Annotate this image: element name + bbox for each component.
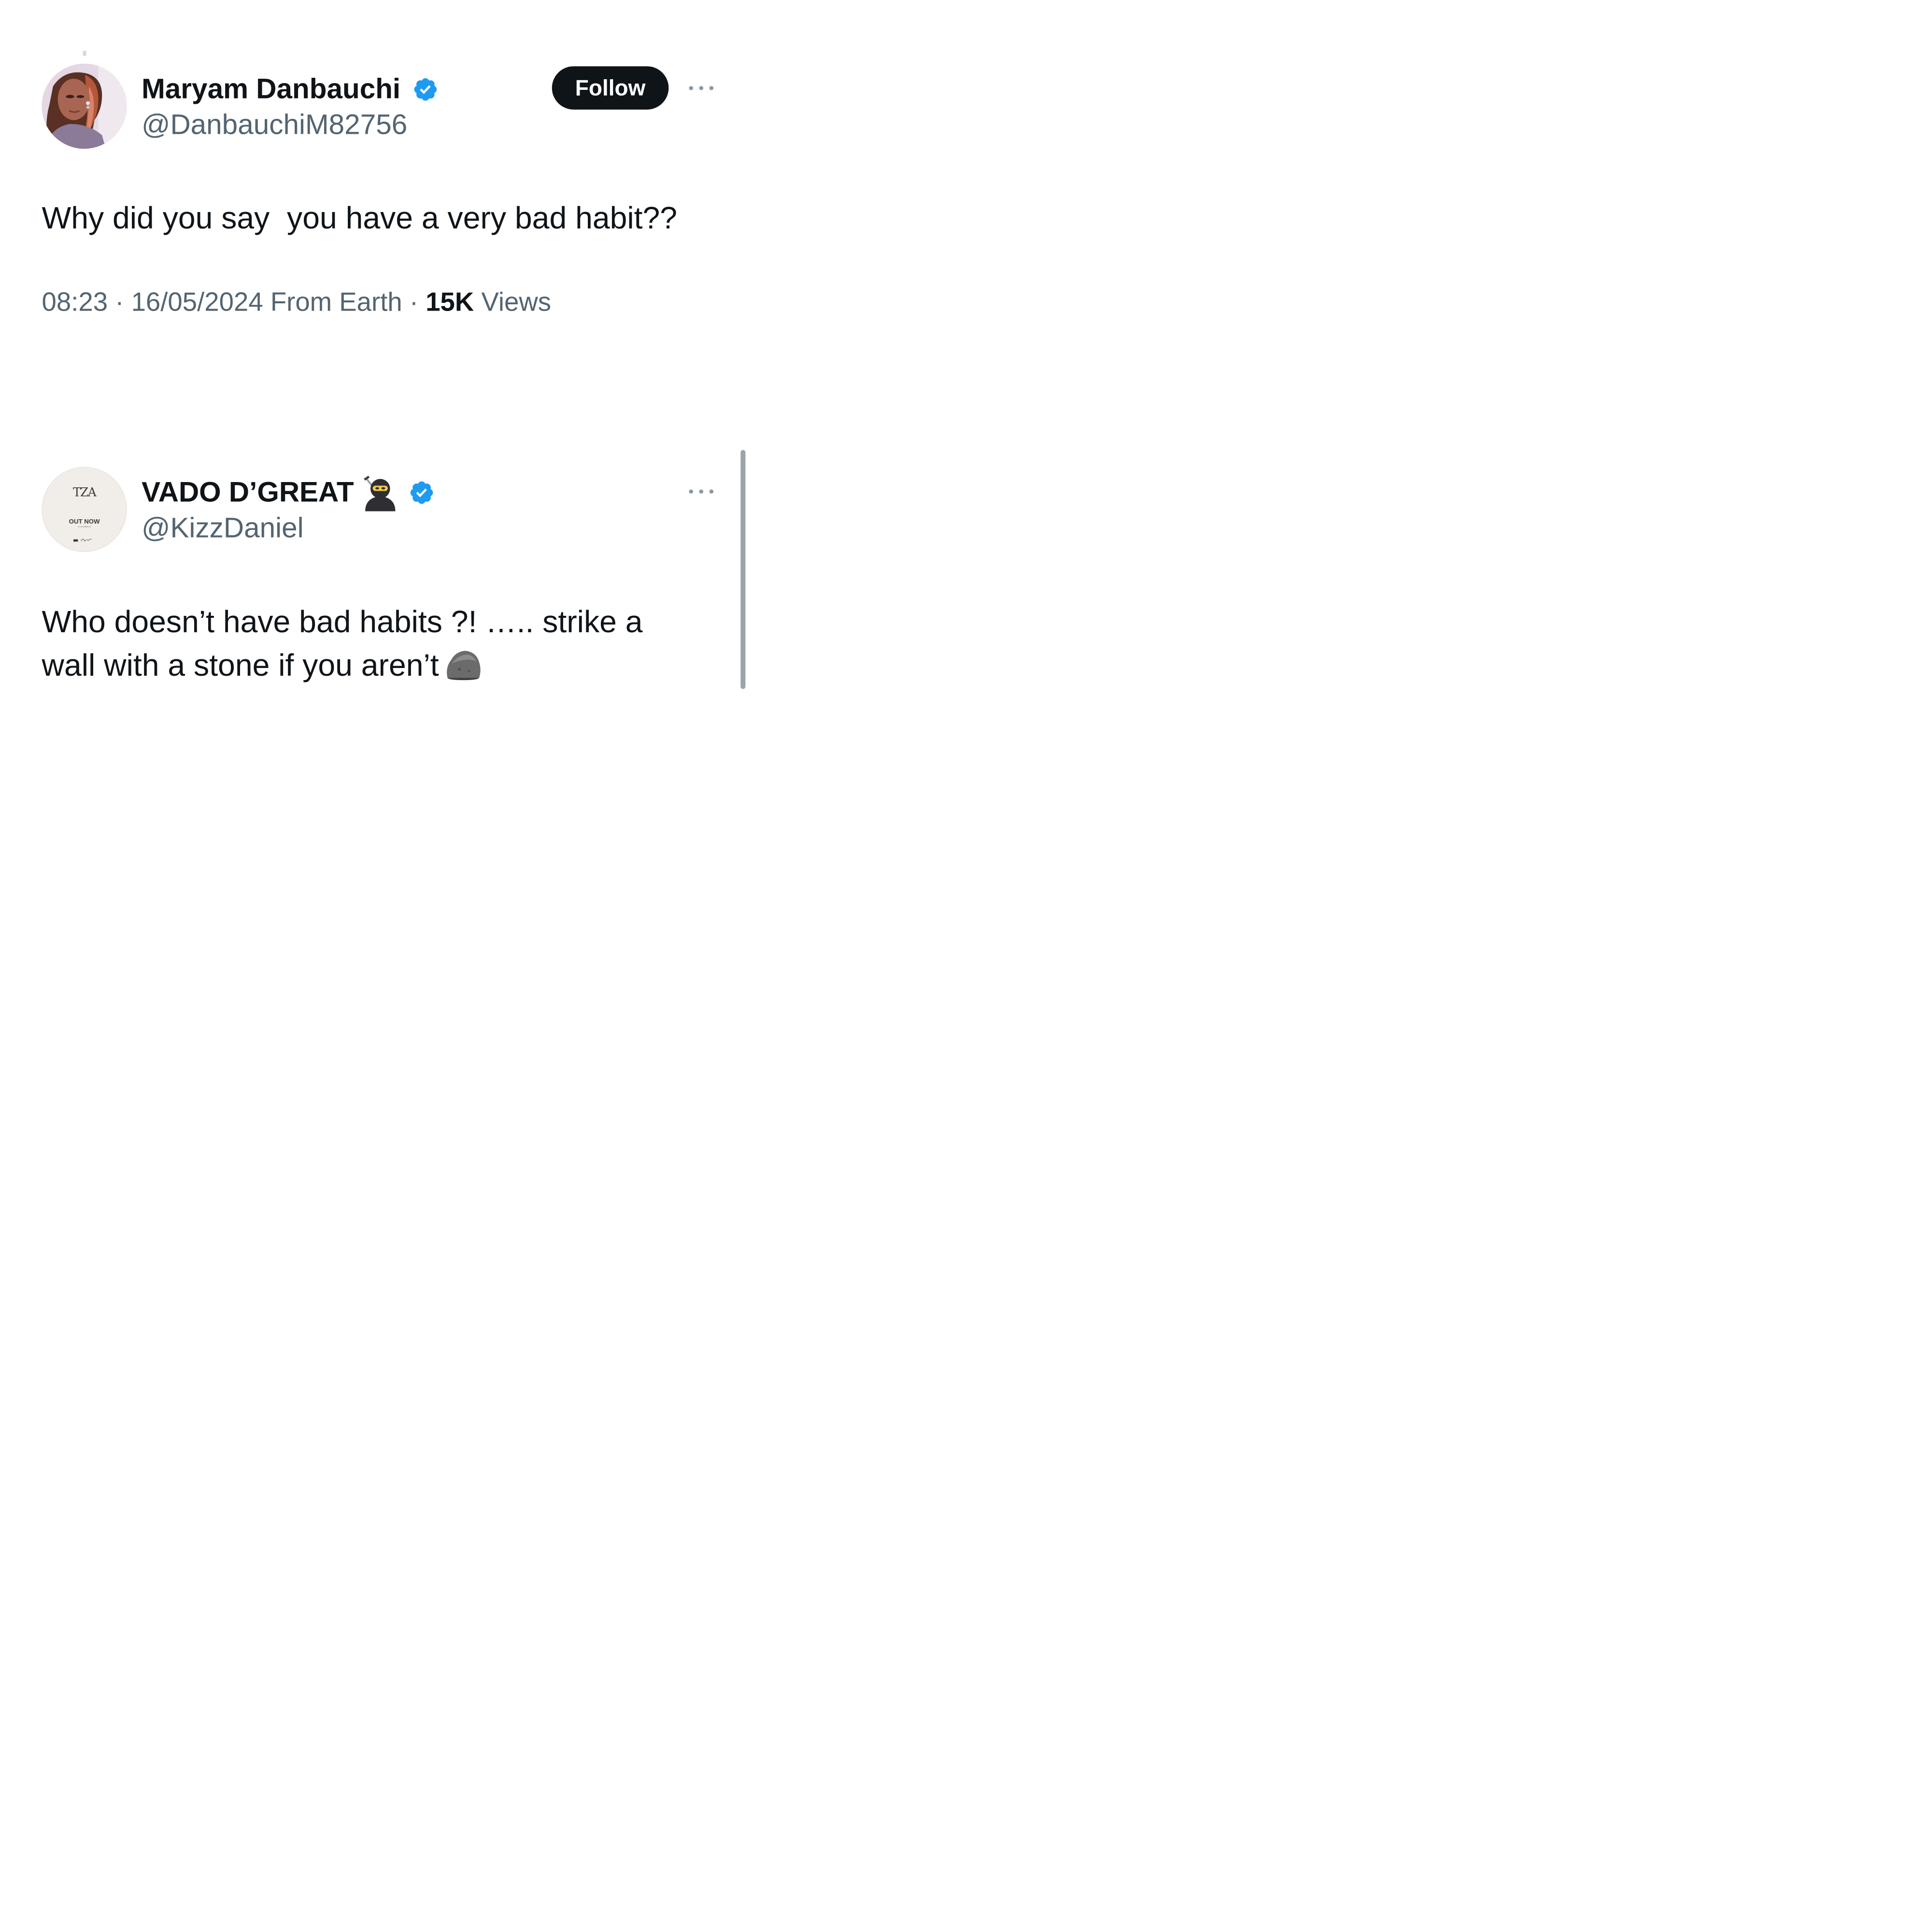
display-name[interactable]: VADO D’GREAT: [142, 476, 354, 508]
meta-separator: ·: [409, 286, 419, 317]
tweet-time[interactable]: 08:23: [42, 287, 108, 316]
tweet-meta: 08:23 · 16/05/2024 From Earth · 15K View…: [42, 286, 552, 318]
more-dot: [699, 86, 704, 90]
views-label: Views: [481, 286, 552, 317]
tweet-text: Why did you say you have a very bad habi…: [42, 200, 678, 235]
rock-emoji: [447, 651, 481, 681]
ninja-emoji: [364, 475, 396, 511]
display-name[interactable]: Maryam Danbauchi: [142, 72, 400, 104]
screen: Maryam Danbauchi @DanbauchiM82756 Follow…: [0, 0, 753, 753]
verified-badge-icon: [414, 78, 437, 101]
tweet-location: From Earth: [270, 286, 402, 317]
scrollbar[interactable]: [740, 450, 746, 689]
user-handle[interactable]: @DanbauchiM82756: [142, 108, 407, 140]
more-horizontal-icon[interactable]: [687, 84, 715, 92]
user-handle[interactable]: @KizzDaniel: [142, 511, 304, 543]
tweet-date[interactable]: 16/05/2024: [131, 287, 263, 316]
more-dot: [709, 86, 714, 90]
avatar-signature: [73, 539, 92, 542]
more-dot: [689, 86, 694, 90]
avatar[interactable]: [42, 63, 127, 149]
verified-badge-icon: [410, 481, 433, 504]
follow-button[interactable]: Follow: [552, 66, 669, 110]
avatar[interactable]: TZA OUT NOW on all platforms: [42, 467, 127, 552]
more-dot: [709, 489, 714, 494]
more-horizontal-icon[interactable]: [687, 487, 715, 495]
views-count: 15K: [426, 286, 474, 317]
more-dot: [699, 489, 704, 494]
tweet-text: Who doesn’t have bad habits ?! ….. strik…: [42, 599, 676, 687]
more-dot: [689, 489, 694, 494]
top-divider-mark: [83, 51, 86, 56]
tweet-text-content: Who doesn’t have bad habits ?! ….. strik…: [42, 604, 652, 682]
meta-separator: ·: [115, 286, 124, 317]
avatar-photo: [42, 63, 127, 149]
